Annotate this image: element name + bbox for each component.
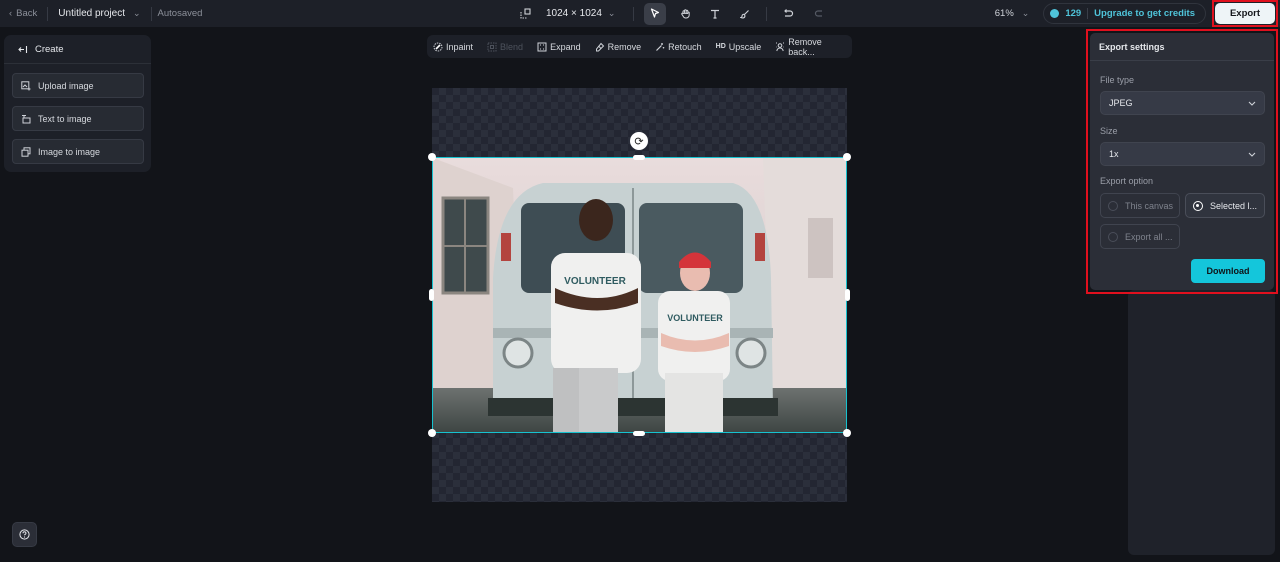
divider [766, 6, 768, 21]
help-button[interactable] [12, 522, 37, 547]
hand-tool-icon[interactable] [674, 3, 696, 25]
upload-image-button[interactable]: Upload image [12, 73, 144, 98]
divider [47, 6, 49, 21]
retouch-button[interactable]: Retouch [655, 42, 702, 52]
magic-wand-icon [655, 42, 665, 52]
chevron-down-icon: ⌄ [133, 8, 141, 18]
volunteer-shirt-text: VOLUNTEER [667, 313, 723, 323]
inpaint-button[interactable]: Inpaint [433, 42, 473, 52]
image-edit-toolbar: Inpaint Blend Expand Remove Retouch HD U… [427, 35, 852, 58]
size-select[interactable]: 1x [1100, 142, 1265, 166]
chevron-down-icon [1248, 98, 1256, 108]
remove-button[interactable]: Remove [595, 42, 641, 52]
volunteer-shirt-text: VOLUNTEER [564, 276, 626, 287]
create-panel-header[interactable]: Create [4, 35, 151, 64]
undo-icon[interactable] [777, 3, 799, 25]
resize-handle-top-right[interactable] [843, 153, 851, 161]
remove-background-icon [775, 42, 785, 52]
resize-canvas-icon[interactable] [514, 3, 536, 25]
top-bar: ‹ Back Untitled project ⌄ Autosaved 1024… [0, 0, 1280, 27]
divider [150, 6, 152, 21]
download-button[interactable]: Download [1191, 259, 1265, 283]
rotate-handle-icon[interactable]: ⟳ [630, 132, 648, 150]
export-settings-title: Export settings [1090, 33, 1274, 61]
project-name: Untitled project [58, 8, 125, 19]
resize-handle-right[interactable] [845, 289, 850, 301]
collapse-left-icon[interactable] [18, 45, 28, 54]
chevron-down-icon: ⌄ [607, 8, 616, 18]
image-to-image-icon [21, 146, 31, 157]
resize-handle-top[interactable] [633, 155, 645, 160]
radio-icon [1108, 200, 1118, 211]
inpaint-icon [433, 42, 443, 52]
expand-icon [537, 42, 547, 52]
selected-image-layer[interactable]: VOLUNTEER VOLUNTEER [432, 157, 847, 433]
redo-icon[interactable] [807, 3, 829, 25]
image-to-image-button[interactable]: Image to image [12, 139, 144, 164]
autosave-status: Autosaved [157, 8, 203, 19]
resize-handle-bottom[interactable] [633, 431, 645, 436]
file-type-select[interactable]: JPEG [1100, 91, 1265, 115]
back-button[interactable]: ‹ Back [9, 8, 37, 19]
select-tool-icon[interactable] [644, 2, 667, 25]
text-tool-icon[interactable] [704, 3, 726, 25]
credits-icon [1050, 9, 1060, 18]
divider [1087, 8, 1089, 19]
size-label: Size [1100, 126, 1118, 136]
upscale-button[interactable]: HD Upscale [716, 42, 762, 52]
remove-background-button[interactable]: Remove back... [775, 37, 838, 57]
canvas-size-dropdown[interactable]: 1024 × 1024 ⌄ [546, 8, 615, 19]
chevron-down-icon [1248, 149, 1256, 159]
help-icon [19, 529, 30, 540]
eraser-icon [595, 42, 605, 52]
upgrade-link: Upgrade to get credits [1094, 8, 1195, 19]
text-to-image-button[interactable]: Text to image [12, 106, 144, 131]
upload-image-icon [21, 80, 31, 91]
volunteers-photo: VOLUNTEER VOLUNTEER [433, 158, 846, 432]
export-option-label: Export option [1100, 176, 1154, 186]
export-button-highlight: Export [1212, 0, 1278, 27]
credits-count: 129 [1065, 8, 1082, 19]
project-name-dropdown[interactable]: Untitled project ⌄ [58, 8, 140, 19]
blend-icon [487, 42, 497, 52]
create-panel: Create Upload image Text to image Image … [4, 35, 151, 172]
option-this-canvas[interactable]: This canvas [1100, 193, 1180, 218]
file-type-label: File type [1100, 75, 1135, 85]
text-to-image-icon [21, 114, 31, 124]
radio-icon [1108, 231, 1118, 242]
expand-button[interactable]: Expand [537, 42, 581, 52]
blend-button[interactable]: Blend [487, 42, 523, 52]
export-settings-panel: Export settings File type JPEG Size 1x E… [1090, 33, 1274, 290]
resize-handle-left[interactable] [429, 289, 434, 301]
resize-handle-bottom-right[interactable] [843, 429, 851, 437]
brush-tool-icon[interactable] [734, 3, 756, 25]
create-panel-title: Create [35, 43, 64, 55]
export-button[interactable]: Export [1215, 3, 1275, 24]
divider [633, 6, 635, 21]
hd-icon: HD [715, 43, 726, 50]
export-settings-highlight: Export settings File type JPEG Size 1x E… [1086, 29, 1278, 294]
option-export-all[interactable]: Export all ... [1100, 224, 1180, 249]
chevron-left-icon: ‹ [9, 8, 13, 19]
radio-selected-icon [1193, 200, 1203, 211]
resize-handle-top-left[interactable] [428, 153, 436, 161]
properties-panel [1128, 290, 1275, 555]
chevron-down-icon: ⌄ [1021, 8, 1030, 18]
resize-handle-bottom-left[interactable] [428, 429, 436, 437]
option-selected-layer[interactable]: Selected l... [1185, 193, 1265, 218]
credits-upgrade-button[interactable]: 129 Upgrade to get credits [1043, 3, 1206, 24]
zoom-level-dropdown[interactable]: 61% ⌄ [995, 8, 1030, 19]
